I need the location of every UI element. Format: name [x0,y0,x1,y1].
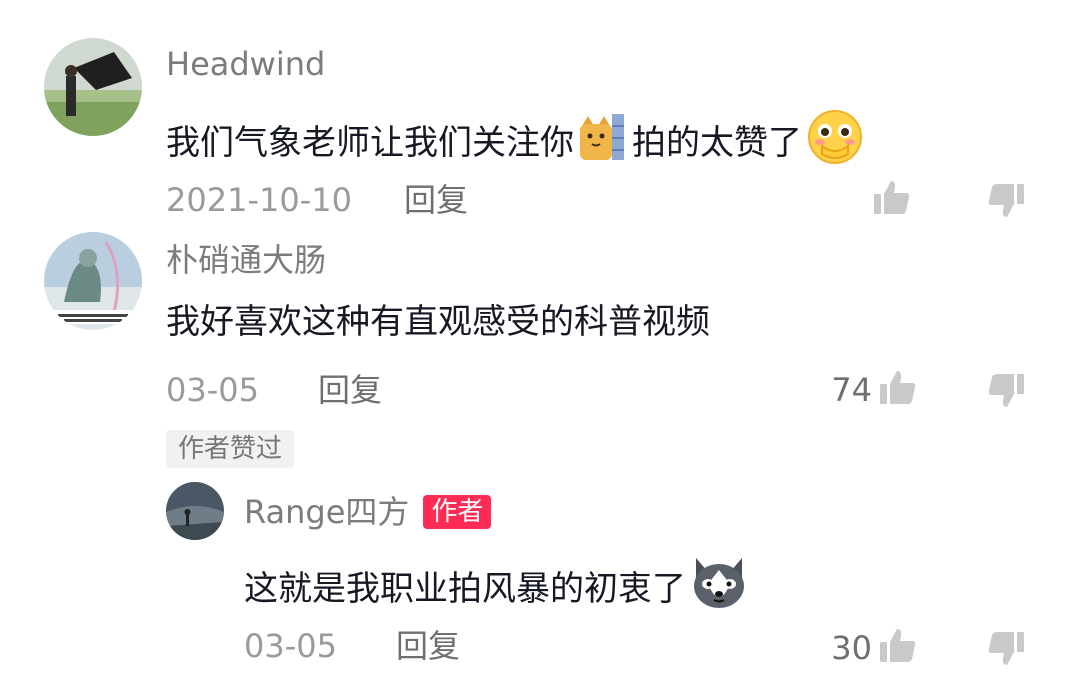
comment-text-part: 拍的太赞了 [632,122,802,163]
comment-username[interactable]: Headwind [166,44,325,84]
reply-username[interactable]: Range四方 [244,492,409,532]
blushing-face-emoji-icon [806,108,864,177]
like-button[interactable]: 74 [790,368,918,412]
like-button[interactable] [872,178,912,222]
reply-date: 03-05 [244,627,337,665]
comment-date: 2021-10-10 [166,181,352,219]
thumbs-down-icon [986,370,1026,414]
dislike-button[interactable] [986,628,1026,672]
reply-button[interactable]: 回复 [404,180,468,220]
like-count: 74 [831,371,872,409]
comment-date: 03-05 [166,371,259,409]
cat-emoji-icon [578,112,628,173]
husky-dog-emoji-icon [690,554,748,623]
avatar[interactable] [44,232,142,330]
dislike-button[interactable] [986,370,1026,414]
dislike-button[interactable] [986,180,1026,224]
like-count: 30 [831,629,872,667]
avatar[interactable] [44,38,142,136]
like-button[interactable]: 30 [790,626,918,670]
reply-button[interactable]: 回复 [318,370,382,410]
thumbs-up-icon [878,368,918,412]
comment-text: 我们气象老师让我们关注你 拍的太赞了 [166,108,868,177]
reply-header: Range四方 作者 [244,492,492,532]
reply-button[interactable]: 回复 [396,626,460,666]
reply-text-content: 这就是我职业拍风暴的初衷了 [244,568,686,609]
comment-username[interactable]: 朴硝通大肠 [166,240,326,280]
comment-text-part: 我们气象老师让我们关注你 [166,122,574,163]
author-tag: 作者 [423,495,492,529]
thumbs-up-icon [872,178,912,222]
thumbs-up-icon [878,626,918,670]
comment-text-content: 我好喜欢这种有直观感受的科普视频 [166,302,710,342]
avatar[interactable] [166,482,224,540]
author-liked-badge: 作者赞过 [166,430,295,468]
thumbs-down-icon [986,180,1026,224]
comment-text: 我好喜欢这种有直观感受的科普视频 [166,300,710,344]
thumbs-down-icon [986,628,1026,672]
reply-text: 这就是我职业拍风暴的初衷了 [244,554,752,623]
